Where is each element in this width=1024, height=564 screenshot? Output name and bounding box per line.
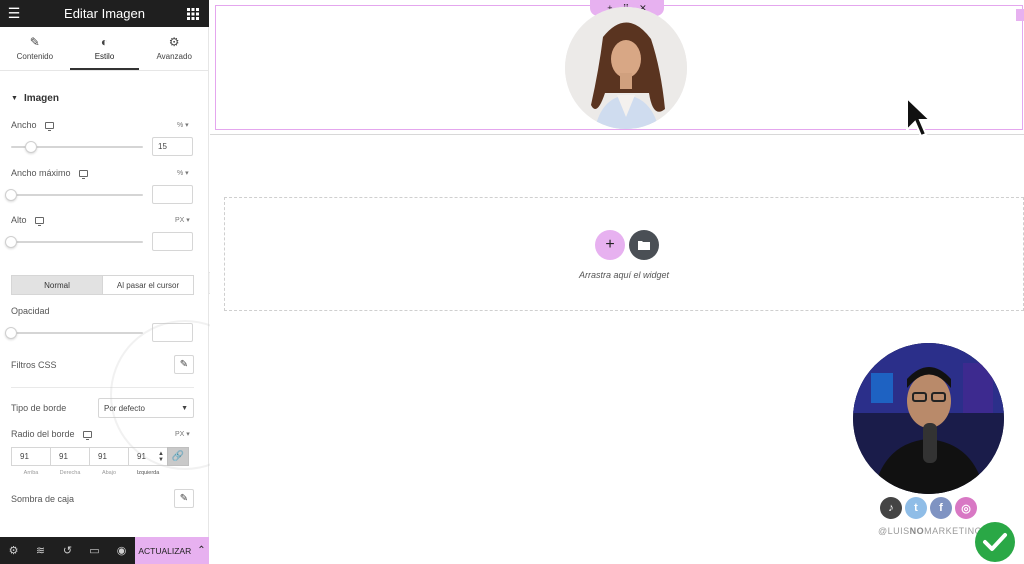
box-shadow-label: Sombra de caja bbox=[11, 494, 75, 504]
height-label-row: Alto bbox=[11, 215, 44, 226]
max-width-unit-select[interactable]: % ▾ bbox=[177, 169, 189, 177]
editor-panel: ☰ Editar Imagen ✎ Contenido ◐ Estilo ⚙ A… bbox=[0, 0, 260, 564]
max-width-slider-handle[interactable] bbox=[5, 189, 17, 201]
mouse-cursor-icon bbox=[906, 96, 931, 138]
gear-icon: ⚙ bbox=[168, 35, 180, 49]
instagram-icon: ◎ bbox=[955, 497, 977, 519]
monitor-icon[interactable] bbox=[44, 121, 54, 131]
width-input[interactable]: 15 bbox=[152, 137, 193, 156]
widgets-grid-icon[interactable] bbox=[185, 6, 201, 21]
panel-title: Editar Imagen bbox=[64, 6, 145, 21]
checkmark-icon bbox=[975, 522, 1015, 562]
radius-label: Izquierda bbox=[136, 470, 160, 476]
column-handle[interactable] bbox=[1016, 9, 1024, 21]
settings-icon[interactable]: ⚙ bbox=[0, 537, 27, 564]
section-title: Imagen bbox=[23, 93, 59, 104]
facebook-icon: f bbox=[930, 497, 952, 519]
tab-contenido[interactable]: ✎ Contenido bbox=[0, 27, 70, 70]
tab-avanzado[interactable]: ⚙ Avanzado bbox=[139, 27, 209, 70]
radius-top-input[interactable]: 91 bbox=[11, 447, 51, 466]
layers-icon[interactable]: ≋ bbox=[27, 537, 54, 564]
radius-label: Derecha bbox=[59, 470, 81, 476]
width-label-row: Ancho bbox=[11, 120, 54, 131]
monitor-icon[interactable] bbox=[34, 216, 44, 226]
webcam-overlay bbox=[853, 343, 1004, 494]
panel-footer: ⚙ ≋ ↺ ▭ ◉ ACTUALIZAR ⌃ bbox=[0, 537, 209, 564]
panel-header: ☰ Editar Imagen bbox=[0, 0, 209, 27]
monitor-icon[interactable] bbox=[82, 430, 92, 440]
history-icon[interactable]: ↺ bbox=[54, 537, 81, 564]
update-button[interactable]: ACTUALIZAR ⌃ bbox=[135, 537, 209, 564]
max-width-label: Ancho máximo bbox=[11, 168, 71, 178]
tiktok-icon: ♪ bbox=[880, 497, 902, 519]
caret-down-icon: ▼ bbox=[11, 95, 18, 102]
radius-label: Arriba bbox=[23, 470, 39, 476]
border-radius-label-row: Radio del borde bbox=[11, 429, 92, 440]
height-slider-track[interactable] bbox=[11, 241, 143, 243]
width-unit-select[interactable]: % ▾ bbox=[177, 121, 189, 129]
folder-icon bbox=[638, 241, 650, 250]
responsive-icon[interactable]: ▭ bbox=[81, 537, 108, 564]
opacity-slider-track[interactable] bbox=[11, 332, 143, 334]
max-width-input[interactable] bbox=[152, 185, 193, 204]
template-library-button[interactable] bbox=[629, 230, 659, 260]
hamburger-menu-icon[interactable]: ☰ bbox=[6, 5, 22, 21]
state-normal-button[interactable]: Normal bbox=[12, 276, 102, 294]
radius-right-input[interactable]: 91 bbox=[50, 447, 90, 466]
social-handle: @LUISNOMARKETING bbox=[878, 526, 983, 536]
update-label: ACTUALIZAR bbox=[138, 545, 192, 556]
drop-hint-text: Arrastra aquí el widget bbox=[578, 270, 670, 280]
preview-eye-icon[interactable]: ◉ bbox=[108, 537, 135, 564]
section-toggle-imagen[interactable]: ▼ Imagen bbox=[11, 93, 59, 104]
tab-label: Estilo bbox=[94, 52, 115, 61]
tab-label: Avanzado bbox=[156, 52, 192, 61]
tab-label: Contenido bbox=[16, 52, 54, 61]
border-radius-labels: Arriba Derecha Abajo Izquierda bbox=[11, 470, 167, 476]
max-width-label-row: Ancho máximo bbox=[11, 168, 88, 179]
width-slider-handle[interactable] bbox=[24, 141, 37, 153]
tab-estilo[interactable]: ◐ Estilo bbox=[69, 27, 140, 70]
state-toggle: Normal Al pasar el cursor bbox=[11, 275, 194, 295]
css-filters-label: Filtros CSS bbox=[11, 360, 57, 370]
border-radius-label: Radio del borde bbox=[11, 429, 75, 439]
radius-label: Abajo bbox=[101, 470, 117, 476]
state-hover-button[interactable]: Al pasar el cursor bbox=[102, 276, 193, 294]
height-input[interactable] bbox=[152, 232, 193, 251]
max-width-slider-track[interactable] bbox=[11, 194, 143, 196]
box-shadow-edit-button[interactable]: ✎ bbox=[174, 489, 194, 508]
twitter-icon: t bbox=[905, 497, 927, 519]
chevron-up-icon[interactable]: ⌃ bbox=[197, 545, 205, 556]
social-icons: ♪ t f ◎ bbox=[880, 497, 977, 519]
pencil-icon: ✎ bbox=[29, 35, 40, 49]
image-widget-portrait[interactable] bbox=[565, 7, 687, 129]
empty-section-dropzone[interactable]: + Arrastra aquí el widget bbox=[224, 197, 1024, 311]
height-unit-select[interactable]: PX ▾ bbox=[175, 216, 190, 224]
pencil-icon: ✎ bbox=[179, 493, 189, 504]
opacity-slider-handle[interactable] bbox=[5, 327, 17, 339]
height-slider-handle[interactable] bbox=[5, 236, 17, 248]
monitor-icon[interactable] bbox=[78, 169, 88, 179]
panel-tabs: ✎ Contenido ◐ Estilo ⚙ Avanzado bbox=[0, 27, 209, 71]
height-label: Alto bbox=[11, 215, 27, 225]
contrast-icon: ◐ bbox=[100, 35, 109, 49]
add-section-button[interactable]: + bbox=[595, 230, 625, 260]
opacity-label: Opacidad bbox=[11, 306, 50, 316]
radius-bottom-input[interactable]: 91 bbox=[89, 447, 129, 466]
border-type-label: Tipo de borde bbox=[11, 403, 67, 413]
width-label: Ancho bbox=[11, 120, 37, 130]
